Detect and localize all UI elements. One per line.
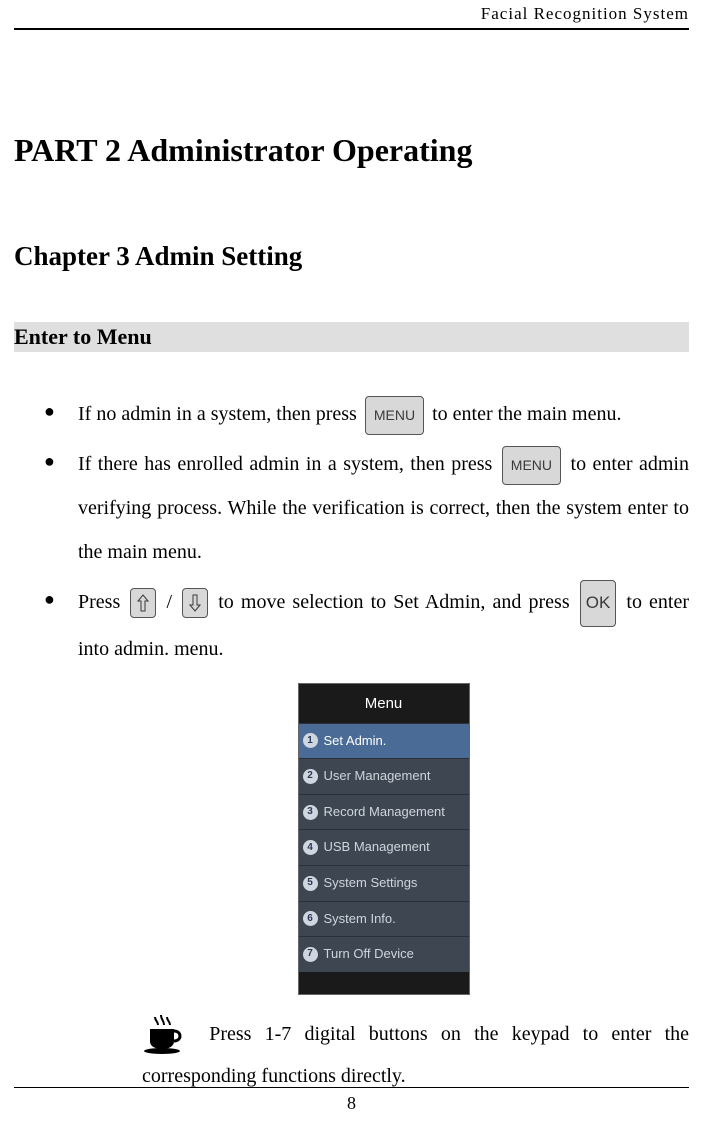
bullet-item-3: Press / to move selection to Set Admin, … bbox=[78, 580, 689, 1097]
bullet-item-2: If there has enrolled admin in a system,… bbox=[78, 442, 689, 574]
device-menu-label: Set Admin. bbox=[324, 727, 387, 756]
device-menu-num: 4 bbox=[303, 840, 318, 855]
device-menu-label: Turn Off Device bbox=[324, 940, 414, 969]
device-menu-footer bbox=[299, 972, 469, 994]
bullet-text: to move selection to Set Admin, and pres… bbox=[218, 591, 576, 613]
device-menu-item-3: 3 Record Management bbox=[299, 794, 469, 830]
header-text: Facial Recognition System bbox=[481, 4, 689, 24]
device-menu-item-1: 1 Set Admin. bbox=[299, 723, 469, 759]
device-menu-label: System Info. bbox=[324, 905, 396, 934]
device-menu-num: 1 bbox=[303, 733, 318, 748]
bullet-text: If there has enrolled admin in a system,… bbox=[78, 453, 499, 475]
device-menu-label: USB Management bbox=[324, 833, 430, 862]
tip-row: Press 1-7 digital buttons on the keypad … bbox=[142, 1013, 689, 1097]
device-menu-screenshot: Menu 1 Set Admin. 2 User Management 3 Re… bbox=[298, 683, 470, 995]
device-menu-item-7: 7 Turn Off Device bbox=[299, 936, 469, 972]
coffee-tip-icon bbox=[142, 1015, 190, 1055]
bullet-list: If no admin in a system, then press MENU… bbox=[14, 392, 689, 1097]
device-menu-label: System Settings bbox=[324, 869, 418, 898]
device-menu-label: Record Management bbox=[324, 798, 445, 827]
menu-button-icon: MENU bbox=[502, 446, 561, 486]
device-menu-num: 2 bbox=[303, 769, 318, 784]
device-menu-item-2: 2 User Management bbox=[299, 758, 469, 794]
bullet-text: / bbox=[166, 591, 179, 613]
chapter-title: Chapter 3 Admin Setting bbox=[14, 241, 689, 272]
footer-rule bbox=[14, 1087, 689, 1089]
bullet-item-1: If no admin in a system, then press MENU… bbox=[78, 392, 689, 436]
ok-button-icon: OK bbox=[580, 580, 617, 626]
device-menu-item-4: 4 USB Management bbox=[299, 829, 469, 865]
bullet-text: If no admin in a system, then press bbox=[78, 403, 362, 425]
bullet-text: to enter the main menu. bbox=[432, 403, 621, 425]
section-title: Enter to Menu bbox=[14, 322, 689, 352]
header-rule bbox=[14, 28, 689, 30]
device-menu-num: 5 bbox=[303, 876, 318, 891]
part-title: PART 2 Administrator Operating bbox=[14, 132, 689, 169]
page-number: 8 bbox=[0, 1093, 703, 1114]
device-menu-item-6: 6 System Info. bbox=[299, 901, 469, 937]
tip-text: Press 1-7 digital buttons on the keypad … bbox=[142, 1023, 689, 1087]
device-menu-label: User Management bbox=[324, 762, 431, 791]
device-menu-item-5: 5 System Settings bbox=[299, 865, 469, 901]
down-arrow-icon bbox=[182, 588, 208, 618]
up-arrow-icon bbox=[130, 588, 156, 618]
device-menu-num: 3 bbox=[303, 805, 318, 820]
page-content: PART 2 Administrator Operating Chapter 3… bbox=[14, 100, 689, 1103]
device-menu-num: 7 bbox=[303, 947, 318, 962]
bullet-text: Press bbox=[78, 591, 127, 613]
menu-button-icon: MENU bbox=[365, 396, 424, 436]
device-menu-title: Menu bbox=[299, 684, 469, 723]
device-menu-num: 6 bbox=[303, 911, 318, 926]
